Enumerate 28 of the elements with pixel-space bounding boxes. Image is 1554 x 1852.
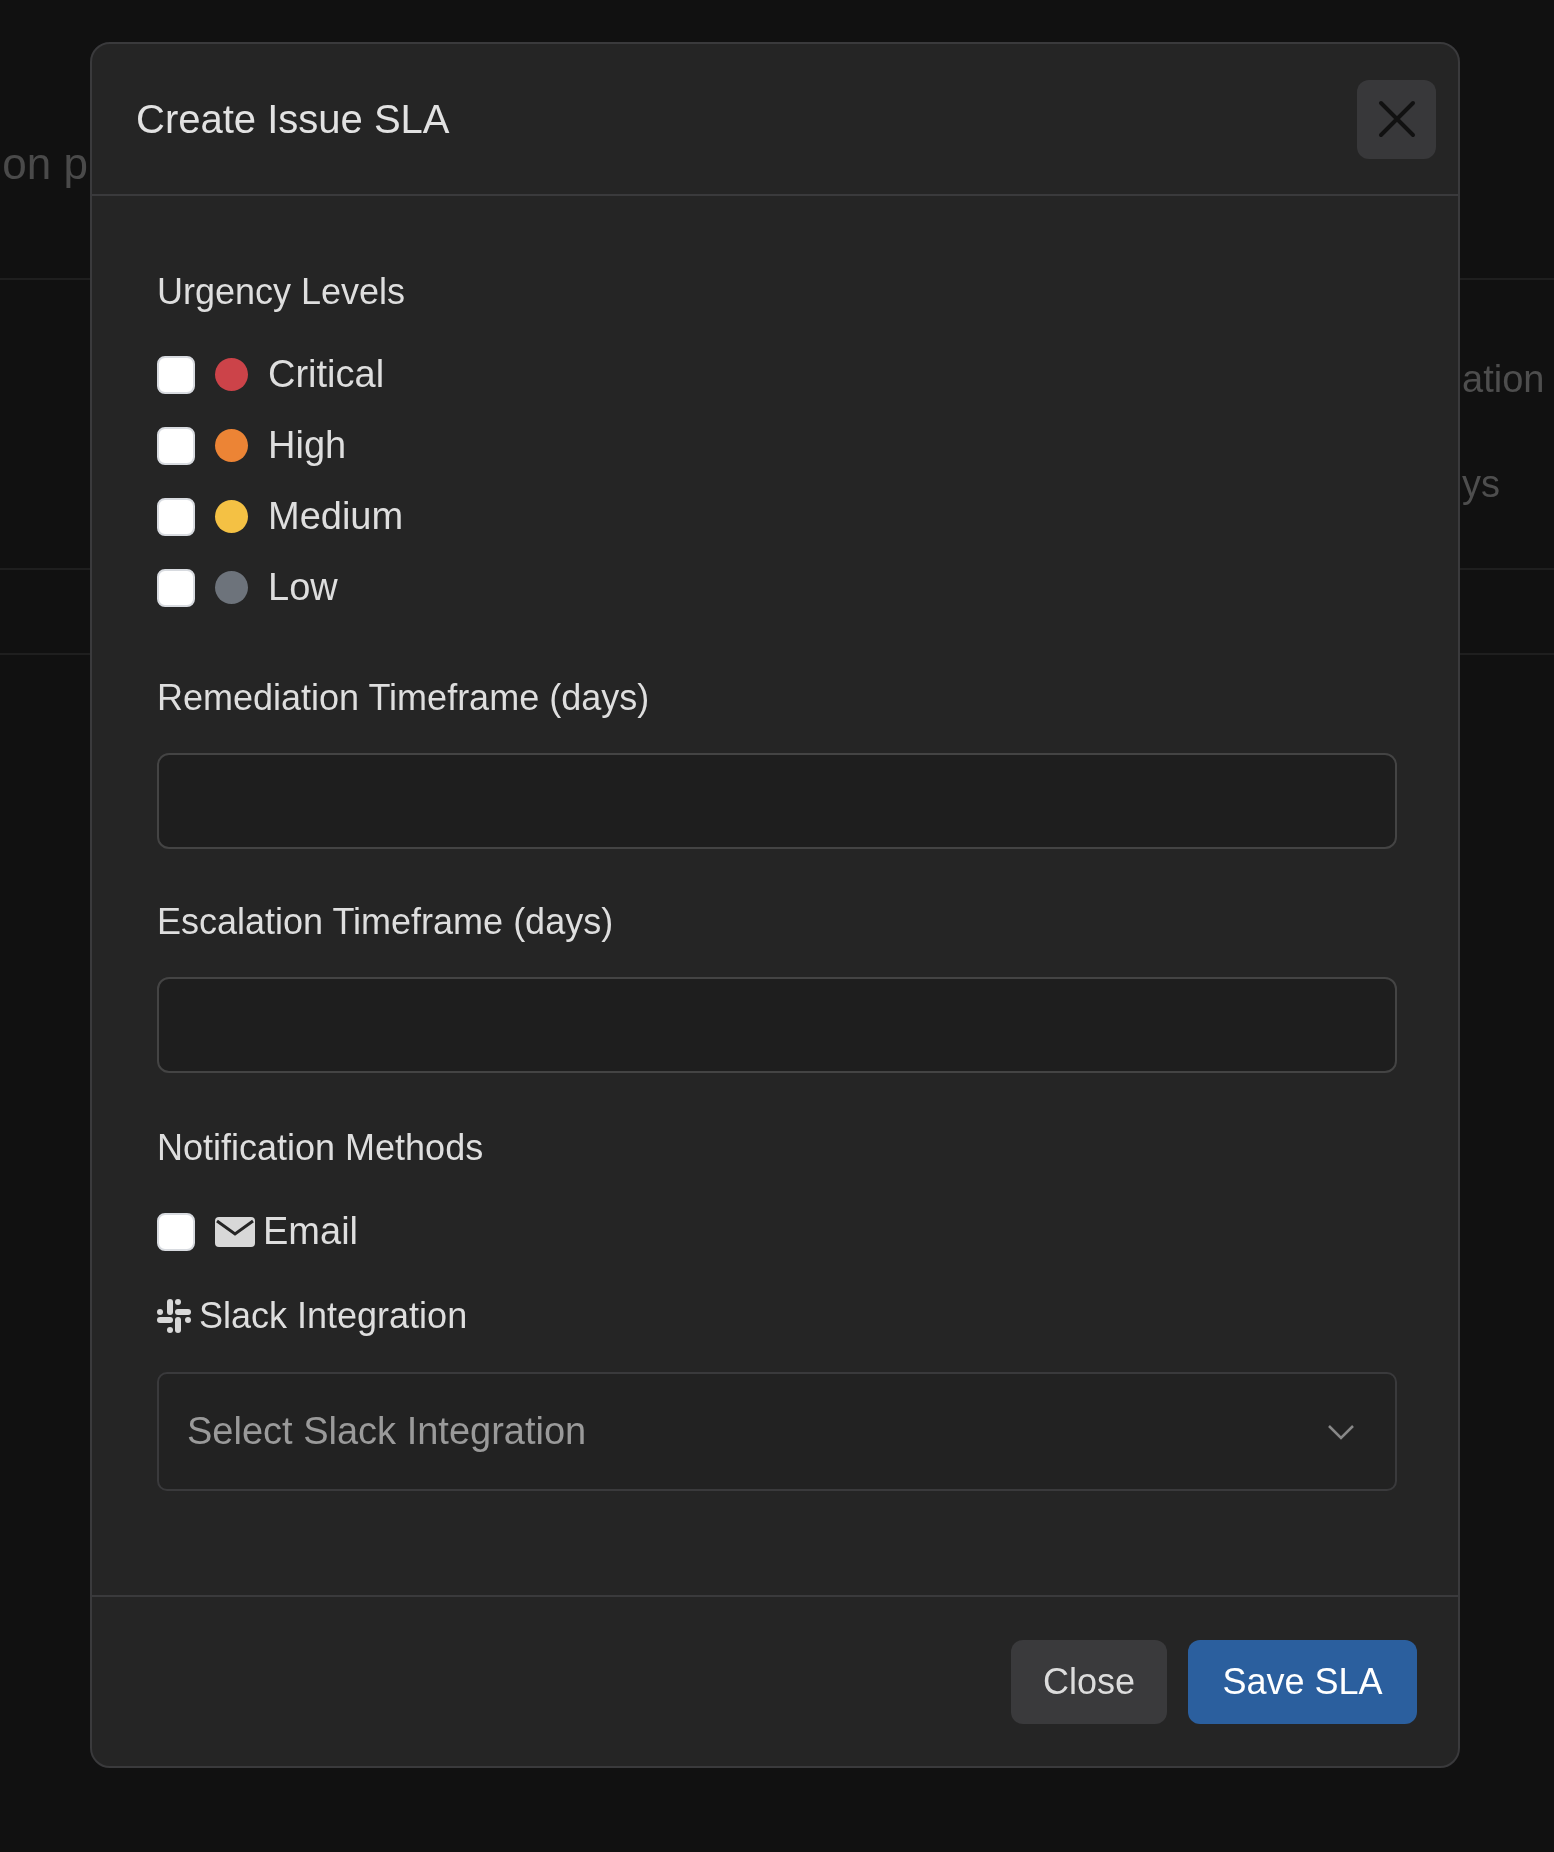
- checkbox-label: Low: [268, 566, 338, 609]
- checkbox-label: Email: [263, 1210, 359, 1253]
- field-label: Remediation Timeframe (days): [157, 676, 650, 720]
- field-label: Escalation Timeframe (days): [157, 900, 614, 944]
- close-button[interactable]: Close: [1011, 1639, 1167, 1724]
- field-label: Slack Integration: [199, 1294, 468, 1338]
- page-heading: on p: [1, 139, 88, 189]
- table-cell-text: ation: [1462, 358, 1546, 401]
- chevron-down-icon: [1327, 1423, 1355, 1440]
- checkbox[interactable]: [157, 1212, 195, 1251]
- slack-select[interactable]: Select Slack Integration: [157, 1372, 1397, 1491]
- checkbox[interactable]: [157, 568, 195, 607]
- input-field[interactable]: [157, 977, 1397, 1073]
- checkbox-label: High: [268, 424, 347, 467]
- checkbox[interactable]: [157, 497, 195, 536]
- envelope-icon: [215, 1216, 255, 1247]
- modal-title: Create Issue SLA: [136, 96, 450, 142]
- section-label: Urgency Levels: [157, 270, 406, 314]
- save-button[interactable]: Save SLA: [1188, 1639, 1417, 1724]
- checkbox[interactable]: [157, 426, 195, 465]
- input-field[interactable]: [157, 753, 1397, 849]
- section-label: Notification Methods: [157, 1126, 484, 1170]
- close-icon: [1376, 99, 1417, 139]
- checkbox-label: Medium: [268, 495, 404, 538]
- hash-grid-icon: [157, 1299, 191, 1333]
- table-cell-text: ys: [1462, 463, 1501, 506]
- checkbox[interactable]: [157, 355, 195, 394]
- checkbox-label: Critical: [268, 353, 385, 396]
